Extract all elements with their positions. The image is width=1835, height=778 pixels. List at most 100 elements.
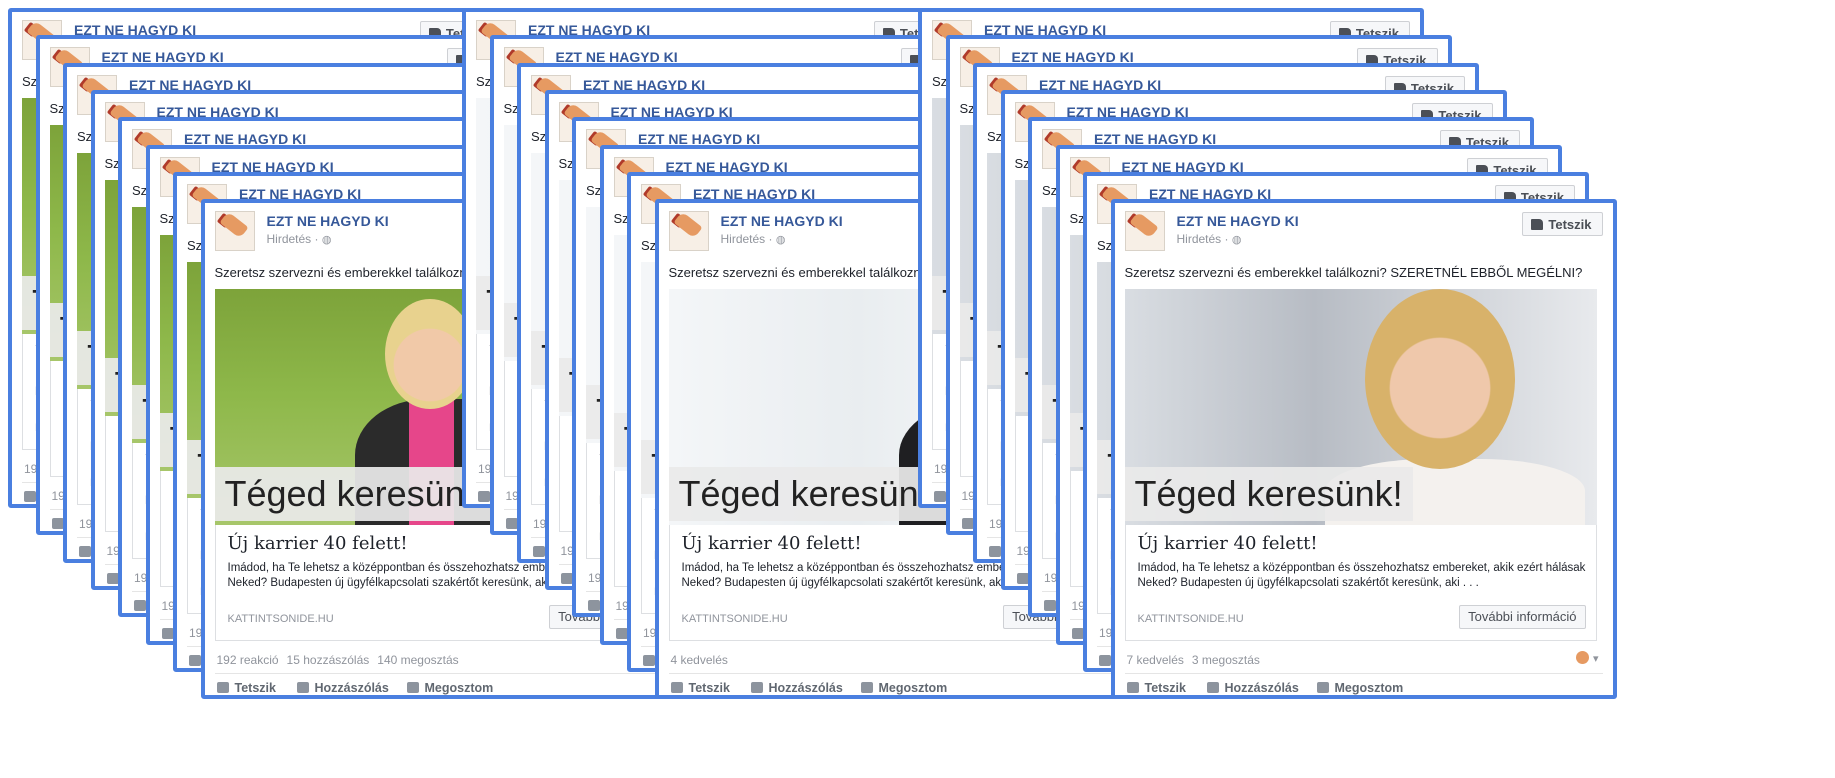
ad-tagline: Szeretsz szervezni és emberekkel találko… xyxy=(1124,265,1583,281)
ad-image[interactable]: Téged keresünk! xyxy=(1124,289,1597,526)
thumbs-up-icon xyxy=(1531,219,1544,231)
engagement-stats[interactable]: 192 reakció 15 hozzászólás 140 megosztás xyxy=(217,653,467,667)
action-divider xyxy=(668,673,1147,675)
ad-domain: KATTINTSONIDE.HU xyxy=(681,613,788,626)
thumbs-up-icon xyxy=(1071,627,1084,639)
like-action[interactable]: Tetszik xyxy=(670,681,730,696)
share-icon xyxy=(406,682,419,694)
thumbs-up-icon xyxy=(79,545,91,557)
ad-link-box[interactable]: Új karrier 40 felett! Imádod, ha Te lehet… xyxy=(1124,525,1597,642)
sponsored-text: Hirdetés · xyxy=(1176,232,1232,247)
sponsored-label: Hirdetés · ◍ xyxy=(1177,232,1242,246)
page-name[interactable]: EZT NE HAGYD KI xyxy=(267,213,389,229)
page-name[interactable]: EZT NE HAGYD KI xyxy=(1177,213,1299,229)
action-divider xyxy=(214,673,693,675)
comment-action-label: Hozzászólás xyxy=(314,681,389,696)
thumbs-up-icon xyxy=(560,572,573,584)
globe-icon: ◍ xyxy=(321,234,332,247)
thumbs-up-icon xyxy=(478,491,490,502)
share-action-label: Megosztom xyxy=(1334,681,1404,696)
reaction-avatar-icon xyxy=(1575,651,1589,665)
thumbs-up-icon xyxy=(134,600,146,612)
person-head xyxy=(1364,289,1515,470)
ad-headline[interactable]: Új karrier 40 felett! xyxy=(1138,533,1318,554)
page-like-button[interactable]: Tetszik xyxy=(1522,212,1603,237)
sponsored-text: Hirdetés · xyxy=(266,232,322,247)
like-action[interactable]: Tetszik xyxy=(216,681,276,696)
sponsored-label: Hirdetés · ◍ xyxy=(267,232,332,246)
thumbs-up-icon xyxy=(106,572,119,584)
share-icon xyxy=(1316,682,1329,694)
image-overlay-text: Téged keresünk! xyxy=(1124,467,1413,522)
thumbs-up-icon xyxy=(51,518,64,530)
ad-domain: KATTINTSONIDE.HU xyxy=(1137,613,1244,626)
share-action-label: Megosztom xyxy=(878,681,948,696)
engagement-stats[interactable]: 7 kedvelés 3 megosztás xyxy=(1127,653,1268,667)
thumbs-up-icon xyxy=(989,545,1001,557)
thumbs-up-icon xyxy=(24,491,36,502)
thumbs-up-icon xyxy=(161,627,174,639)
comment-action[interactable]: Hozzászólás xyxy=(750,681,843,696)
share-action-label: Megosztom xyxy=(424,681,494,696)
thumbs-up-icon xyxy=(505,518,518,530)
ad-card-front: EZT NE HAGYD KI Hirdetés · ◍ Tetszik Szeret… xyxy=(1110,199,1617,700)
stat-item[interactable]: 4 kedvelés xyxy=(671,653,728,667)
page-name[interactable]: EZT NE HAGYD KI xyxy=(721,213,843,229)
chevron-down-icon: ▾ xyxy=(1592,653,1599,666)
action-bar: Tetszik Hozzászólás Megosztom xyxy=(1126,681,1603,696)
thumbs-up-icon xyxy=(1099,654,1111,666)
comment-action[interactable]: Hozzászólás xyxy=(1206,681,1299,696)
thumbs-up-icon xyxy=(615,627,628,639)
engagement-stats[interactable]: 4 kedvelés xyxy=(671,653,736,667)
ad-header: EZT NE HAGYD KI Hirdetés · ◍ Tetszik xyxy=(1124,211,1603,257)
thumbs-up-icon xyxy=(1044,600,1056,612)
thumbs-up-icon xyxy=(643,654,655,666)
globe-icon: ◍ xyxy=(775,234,786,247)
action-bar: Tetszik Hozzászólás Megosztom xyxy=(670,681,1147,696)
reaction-selector[interactable]: ▾ xyxy=(1575,651,1599,666)
comment-icon xyxy=(296,682,309,694)
page-avatar[interactable] xyxy=(214,211,255,252)
like-button-label: Tetszik xyxy=(1548,217,1592,233)
image-overlay-text: Téged keresünk! xyxy=(668,467,957,522)
thumbs-up-icon xyxy=(670,682,683,694)
comment-action-label: Hozzászólás xyxy=(1224,681,1299,696)
like-action-label: Tetszik xyxy=(1144,681,1186,696)
image-overlay-text: Téged keresünk! xyxy=(214,467,503,522)
thumbs-up-icon xyxy=(588,600,600,612)
comment-action-label: Hozzászólás xyxy=(768,681,843,696)
share-action[interactable]: Megosztom xyxy=(1316,681,1404,696)
like-action-label: Tetszik xyxy=(688,681,730,696)
page-avatar[interactable] xyxy=(1124,211,1165,252)
globe-icon: ◍ xyxy=(1231,234,1242,247)
sponsored-text: Hirdetés · xyxy=(720,232,776,247)
ad-headline[interactable]: Új karrier 40 felett! xyxy=(228,533,408,554)
page-avatar[interactable] xyxy=(668,211,709,252)
ad-description: Imádod, ha Te lehetsz a középpontban és … xyxy=(1137,562,1586,590)
share-action[interactable]: Megosztom xyxy=(860,681,948,696)
learn-more-button[interactable]: További információ xyxy=(1459,605,1586,630)
stat-item[interactable]: 7 kedvelés xyxy=(1127,653,1184,667)
share-action[interactable]: Megosztom xyxy=(406,681,494,696)
comment-icon xyxy=(750,682,763,694)
stat-item[interactable]: 140 megosztás xyxy=(377,653,458,667)
like-action-label: Tetszik xyxy=(234,681,276,696)
stat-item[interactable]: 192 reakció xyxy=(217,653,279,667)
sponsored-label: Hirdetés · ◍ xyxy=(721,232,786,246)
thumbs-up-icon xyxy=(1126,682,1139,694)
thumbs-up-icon xyxy=(189,654,201,666)
action-bar: Tetszik Hozzászólás Megosztom xyxy=(216,681,693,696)
like-action[interactable]: Tetszik xyxy=(1126,681,1186,696)
person-head xyxy=(384,299,475,410)
stat-item[interactable]: 15 hozzászólás xyxy=(287,653,370,667)
thumbs-up-icon xyxy=(533,545,545,557)
comment-action[interactable]: Hozzászólás xyxy=(296,681,389,696)
comment-icon xyxy=(1206,682,1219,694)
ad-headline[interactable]: Új karrier 40 felett! xyxy=(682,533,862,554)
thumbs-up-icon xyxy=(934,491,946,502)
thumbs-up-icon xyxy=(216,682,229,694)
stat-item[interactable]: 3 megosztás xyxy=(1192,653,1260,667)
pointing-hand-icon xyxy=(672,212,703,239)
action-divider xyxy=(1124,673,1603,675)
thumbs-up-icon xyxy=(961,518,974,530)
